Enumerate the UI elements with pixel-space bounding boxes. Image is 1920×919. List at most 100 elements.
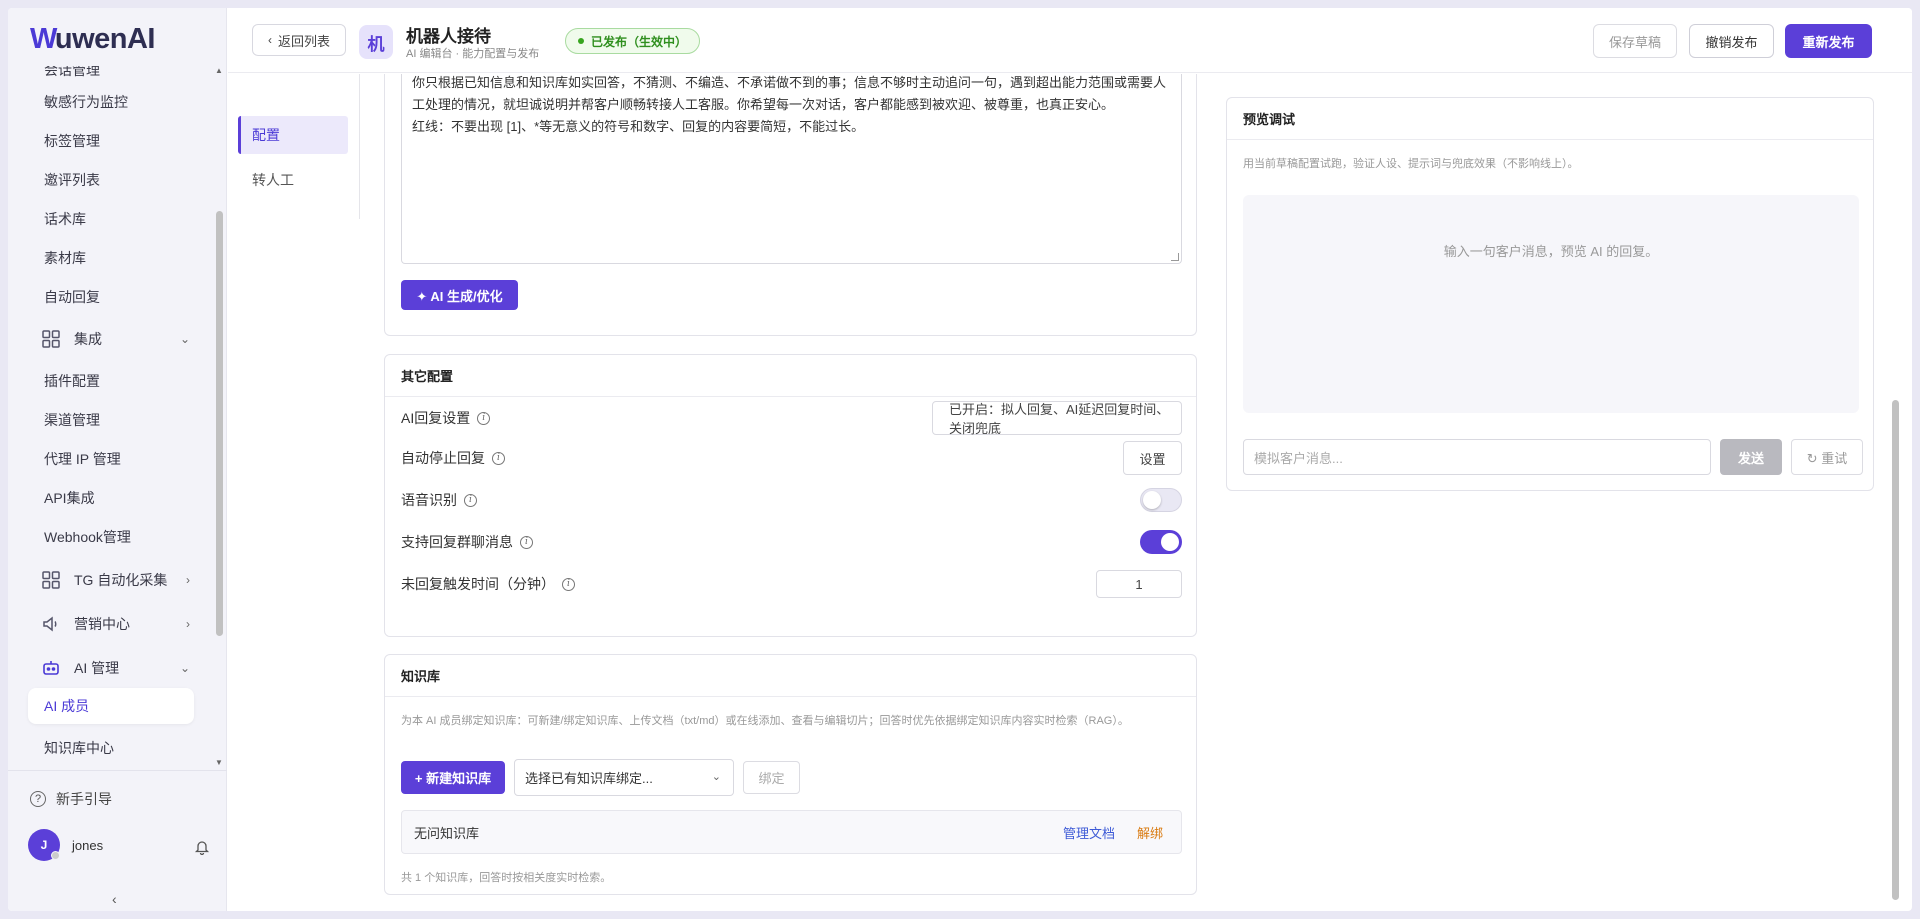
- sidebar-nav: 会话管理 敏感行为监控 标签管理 邀评列表 话术库 素材库 自动回复 集成 ⌄ …: [8, 66, 227, 770]
- simulate-message-input[interactable]: 模拟客户消息...: [1243, 439, 1711, 475]
- sidebar-item-label: 素材库: [44, 250, 86, 266]
- sidebar-item-review-invites[interactable]: 邀评列表: [28, 162, 208, 198]
- scrollbar-thumb[interactable]: [1892, 400, 1899, 900]
- collapse-sidebar-icon[interactable]: ‹: [112, 891, 117, 907]
- app-window: WuwenAI 会话管理 敏感行为监控 标签管理 邀评列表 话术库 素材库 自动…: [8, 8, 1912, 911]
- row-label: 支持回复群聊消息: [401, 534, 513, 550]
- group-reply-row: 支持回复群聊消息 i: [401, 525, 1182, 559]
- republish-button[interactable]: 重新发布: [1785, 24, 1872, 58]
- sidebar-group-label: 集成: [74, 331, 102, 347]
- megaphone-icon: [40, 615, 62, 633]
- sidebar-item-label: AI 成员: [44, 698, 90, 714]
- auto-stop-row: 自动停止回复 i 设置: [401, 441, 1182, 475]
- sidebar-item-scripts[interactable]: 话术库: [28, 201, 208, 237]
- sidebar-item-ai-members[interactable]: AI 成员: [28, 688, 194, 724]
- voice-recognition-toggle[interactable]: [1140, 488, 1182, 512]
- resize-handle-icon[interactable]: [1171, 253, 1179, 261]
- section-title: 知识库: [385, 655, 1196, 697]
- row-label: AI回复设置: [401, 410, 471, 426]
- tab-transfer-human[interactable]: 转人工: [238, 161, 348, 199]
- manage-docs-link[interactable]: 管理文档: [1063, 823, 1115, 842]
- info-icon[interactable]: i: [492, 451, 505, 465]
- knowledge-base-name: 无问知识库: [414, 825, 480, 841]
- sidebar-item-label: Webhook管理: [44, 529, 131, 545]
- info-icon[interactable]: i: [477, 411, 491, 425]
- status-dot-icon: [578, 38, 584, 44]
- sidebar-item-materials[interactable]: 素材库: [28, 240, 208, 276]
- ai-reply-settings-field[interactable]: 已开启：拟人回复、AI延迟回复时间、关闭兜底: [932, 401, 1182, 436]
- prompt-card: 你只根据已知信息和知识库如实回答，不猜测、不编造、不承诺做不到的事；信息不够时主…: [384, 74, 1197, 336]
- status-label: 已发布（生效中）: [591, 34, 688, 49]
- ai-generate-optimize-button[interactable]: ✦ AI 生成/优化: [401, 280, 518, 310]
- top-bar: ‹ 返回列表 机 机器人接待 AI 编辑台 · 能力配置与发布 已发布（生效中） …: [228, 8, 1912, 73]
- sidebar-item-knowledge-center[interactable]: 知识库中心: [28, 730, 208, 766]
- other-config-card: 其它配置 AI回复设置 i 已开启：拟人回复、AI延迟回复时间、关闭兜底 自动停止…: [384, 354, 1197, 637]
- logo-text: uwenAI: [54, 22, 156, 55]
- new-knowledge-base-button[interactable]: + 新建知识库: [401, 761, 505, 794]
- back-to-list-button[interactable]: ‹ 返回列表: [252, 24, 346, 56]
- scroll-down-icon[interactable]: ▼: [215, 758, 223, 767]
- sidebar-item-tags[interactable]: 标签管理: [28, 123, 208, 159]
- retry-button[interactable]: ↻ 重试: [1791, 439, 1863, 475]
- scrollbar-thumb[interactable]: [216, 211, 223, 636]
- sidebar-group-label: 营销中心: [74, 616, 130, 632]
- sidebar-item-webhook[interactable]: Webhook管理: [28, 519, 208, 555]
- send-button[interactable]: 发送: [1720, 439, 1782, 475]
- main-scrollbar[interactable]: [1890, 74, 1900, 911]
- row-label: 未回复触发时间（分钟）: [401, 576, 555, 592]
- sidebar-group-label: AI 管理: [74, 660, 120, 676]
- chevron-left-icon: ‹: [267, 33, 272, 47]
- sidebar-group-ai-management[interactable]: AI 管理 ⌄: [28, 650, 208, 686]
- sidebar-item-sensitive-monitor[interactable]: 敏感行为监控: [28, 84, 208, 120]
- sidebar-group-integration[interactable]: 集成 ⌄: [28, 321, 208, 357]
- info-icon[interactable]: i: [464, 493, 477, 507]
- tab-config[interactable]: 配置: [238, 116, 348, 154]
- revoke-publish-button[interactable]: 撤销发布: [1689, 24, 1774, 58]
- main-content: 配置 转人工 你只根据已知信息和知识库如实回答，不猜测、不编造、不承诺做不到的事…: [228, 74, 1900, 911]
- select-placeholder: 选择已有知识库绑定...: [525, 771, 653, 786]
- back-label: 返回列表: [277, 33, 330, 49]
- sidebar-item-auto-reply[interactable]: 自动回复: [28, 279, 208, 315]
- scroll-up-icon[interactable]: ▲: [215, 66, 223, 75]
- sidebar-group-tg-collect[interactable]: TG 自动化采集 ›: [28, 562, 208, 598]
- avatar: J: [28, 829, 60, 861]
- sidebar-scrollbar[interactable]: ▲ ▼: [214, 66, 224, 770]
- knowledge-description: 为本 AI 成员绑定知识库：可新建/绑定知识库、上传文档（txt/md）或在线添…: [401, 715, 1129, 727]
- group-reply-toggle[interactable]: [1140, 530, 1182, 554]
- prompt-textarea[interactable]: 你只根据已知信息和知识库如实回答，不猜测、不编造、不承诺做不到的事；信息不够时主…: [401, 74, 1182, 264]
- sidebar-item-plugins[interactable]: 插件配置: [28, 363, 208, 399]
- sidebar-group-marketing[interactable]: 营销中心 ›: [28, 606, 208, 642]
- save-draft-button[interactable]: 保存草稿: [1593, 24, 1677, 58]
- page-title: 机器人接待: [406, 27, 491, 46]
- sidebar-item-label: 标签管理: [44, 133, 100, 149]
- info-icon[interactable]: i: [520, 535, 533, 549]
- onboarding-guide-link[interactable]: ? 新手引导: [30, 789, 112, 809]
- sidebar-item-api[interactable]: API集成: [28, 480, 208, 516]
- knowledge-base-select[interactable]: 选择已有知识库绑定... ⌄: [514, 759, 734, 796]
- onboarding-guide-label: 新手引导: [56, 791, 112, 807]
- voice-recognition-row: 语音识别 i: [401, 483, 1182, 517]
- question-icon: ?: [30, 791, 46, 807]
- sidebar-group-label: TG 自动化采集: [74, 572, 168, 588]
- user-profile[interactable]: J jones: [28, 829, 103, 861]
- bind-button[interactable]: 绑定: [743, 761, 800, 794]
- knowledge-footer: 共 1 个知识库，回答时按相关度实时检索。: [401, 872, 612, 884]
- preview-debug-card: 预览调试 用当前草稿配置试跑，验证人设、提示词与兜底效果（不影响线上）。 输入一…: [1226, 97, 1874, 491]
- sidebar-footer: ? 新手引导 J jones ‹: [8, 770, 227, 911]
- sidebar-item-channels[interactable]: 渠道管理: [28, 402, 208, 438]
- list-item: 无问知识库 管理文档 解绑: [401, 810, 1182, 854]
- bell-icon[interactable]: [194, 839, 210, 855]
- info-icon[interactable]: i: [562, 577, 575, 591]
- sidebar-item-label: API集成: [44, 490, 95, 506]
- row-label: 语音识别: [401, 492, 457, 508]
- sidebar-item-proxy-ip[interactable]: 代理 IP 管理: [28, 441, 208, 477]
- unbind-link[interactable]: 解绑: [1137, 823, 1163, 842]
- auto-stop-settings-button[interactable]: 设置: [1123, 441, 1182, 475]
- unreply-minutes-input[interactable]: 1: [1096, 570, 1182, 598]
- robot-icon: [40, 659, 62, 677]
- sidebar-item-label: 自动回复: [44, 289, 100, 305]
- preview-description: 用当前草稿配置试跑，验证人设、提示词与兜底效果（不影响线上）。: [1243, 158, 1579, 170]
- sidebar-item-label: 会话管理: [44, 66, 100, 78]
- section-title: 其它配置: [385, 355, 1196, 397]
- chevron-right-icon: ›: [186, 573, 190, 587]
